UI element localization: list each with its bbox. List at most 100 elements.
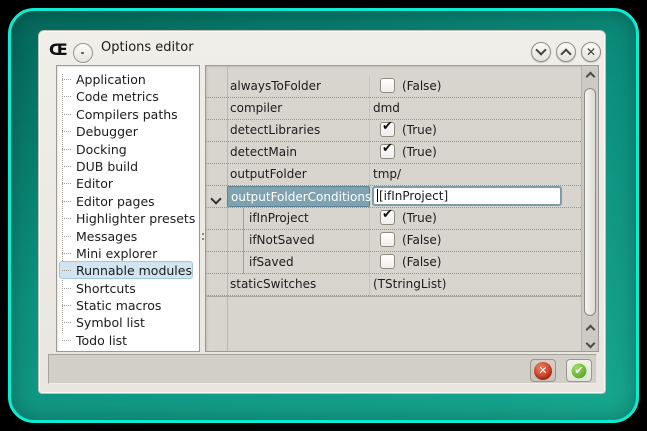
scroll-up-button-secondary[interactable] [584, 321, 597, 335]
sidebar-item-label: Mini explorer [76, 246, 157, 261]
dot-icon [81, 52, 84, 54]
sidebar-item-label: Editor [76, 176, 113, 191]
sidebar-item-highlighter-presets[interactable]: Highlighter presets [59, 209, 193, 226]
property-value: [ifInProject] [370, 186, 581, 207]
sidebar-item-label: Editor pages [76, 194, 155, 209]
sidebar-item-mini-explorer[interactable]: Mini explorer [59, 244, 193, 261]
value-text: tmp/ [373, 167, 401, 181]
sidebar-item-label: Code metrics [76, 89, 159, 104]
value-label: (True) [402, 123, 437, 137]
chevron-up-icon [586, 72, 596, 82]
property-name-selected[interactable]: outputFolderConditions [227, 186, 370, 207]
property-value: (TStringList) [370, 274, 581, 295]
sidebar-item-debugger[interactable]: Debugger [59, 122, 193, 139]
checkbox-checked[interactable]: ✔ [380, 144, 395, 159]
titlebar[interactable]: Œ Options editor ✕ [39, 31, 605, 63]
scroll-up-button[interactable] [584, 68, 597, 82]
sidebar-item-label: Static macros [76, 298, 161, 313]
checkbox-unchecked[interactable] [380, 232, 395, 247]
value-label: (False) [402, 255, 442, 269]
property-name: ifInProject [249, 211, 309, 225]
tree-dash-icon [62, 288, 71, 289]
maximize-button[interactable] [556, 42, 576, 62]
sidebar-item-messages[interactable]: Messages [59, 227, 193, 244]
sidebar-item-compilers-paths[interactable]: Compilers paths [59, 105, 193, 122]
value-label: (True) [402, 211, 437, 225]
sidebar-item-application[interactable]: Application [59, 70, 193, 87]
checkbox-unchecked[interactable] [380, 254, 395, 269]
tree-dash-icon [62, 96, 71, 97]
checkbox-checked[interactable]: ✔ [380, 210, 395, 225]
sidebar-item-docking[interactable]: Docking [59, 140, 193, 157]
row-ifNotSaved[interactable]: ifNotSaved (False) [206, 230, 581, 252]
value-label: (False) [402, 79, 442, 93]
sidebar-item-shortcuts[interactable]: Shortcuts [59, 279, 193, 296]
sidebar-item-editor-pages[interactable]: Editor pages [59, 192, 193, 209]
scrollbar-thumb[interactable] [584, 88, 596, 316]
options-editor-window: Œ Options editor ✕ Application Code metr… [38, 30, 606, 394]
sidebar-item-code-metrics[interactable]: Code metrics [59, 87, 193, 104]
property-name: staticSwitches [230, 277, 316, 291]
sidebar-item-label: Runnable modules [76, 263, 192, 278]
sidebar-item-label: Symbol list [76, 315, 145, 330]
sidebar-item-runnable-modules[interactable]: Runnable modules [59, 261, 193, 278]
splitter-grip-icon [202, 233, 204, 235]
tree-dash-icon [62, 322, 71, 323]
accept-icon: ✔ [570, 362, 588, 380]
close-icon: ✕ [586, 45, 596, 59]
tree-dash-icon [62, 236, 71, 237]
checkbox-checked[interactable]: ✔ [380, 122, 395, 137]
chevron-down-icon [586, 339, 596, 349]
value-text: dmd [373, 101, 400, 115]
sidebar-item-label: Docking [76, 142, 127, 157]
property-name: alwaysToFolder [230, 79, 321, 93]
sidebar-item-symbol-list[interactable]: Symbol list [59, 313, 193, 330]
sidebar-item-dub-build[interactable]: DUB build [59, 157, 193, 174]
row-alwaysToFolder[interactable]: alwaysToFolder (False) [206, 76, 581, 98]
row-outputFolderConditions[interactable]: outputFolderConditions [ifInProject] [206, 186, 581, 208]
property-name: detectLibraries [230, 123, 320, 137]
vertical-scrollbar[interactable] [581, 66, 598, 351]
property-value: (False) [370, 76, 581, 97]
property-name: ifSaved [249, 255, 294, 269]
row-detectLibraries[interactable]: detectLibraries ✔ (True) [206, 120, 581, 142]
tree-dash-icon [62, 183, 71, 184]
scroll-down-button[interactable] [584, 336, 597, 350]
sidebar-item-static-macros[interactable]: Static macros [59, 296, 193, 313]
accept-button[interactable]: ✔ [566, 359, 592, 382]
row-detectMain[interactable]: detectMain ✔ (True) [206, 142, 581, 164]
window-menu-button[interactable] [73, 43, 93, 63]
property-name: detectMain [230, 145, 297, 159]
sidebar-item-label: Messages [76, 229, 137, 244]
cancel-icon: ✕ [534, 362, 552, 380]
check-icon: ✔ [382, 207, 393, 222]
property-name: outputFolder [230, 167, 307, 181]
row-ifInProject[interactable]: ifInProject ✔ (True) [206, 208, 581, 230]
sidebar-item-label: Shortcuts [76, 281, 136, 296]
sidebar-item-label: Todo list [76, 333, 127, 348]
row-outputFolder[interactable]: outputFolder tmp/ [206, 164, 581, 186]
sidebar-item-label: DUB build [76, 159, 138, 174]
checkbox-unchecked[interactable] [380, 78, 395, 93]
minimize-button[interactable] [531, 42, 551, 62]
property-name: ifNotSaved [249, 233, 315, 247]
row-compiler[interactable]: compiler dmd [206, 98, 581, 120]
sidebar-item-label: Highlighter presets [76, 211, 195, 226]
sidebar-item-todo-list[interactable]: Todo list [59, 331, 193, 348]
chevron-up-icon [586, 325, 596, 335]
close-button[interactable]: ✕ [581, 42, 601, 62]
property-value: dmd [370, 98, 581, 119]
tree-dash-icon [62, 218, 71, 219]
row-staticSwitches[interactable]: staticSwitches (TStringList) [206, 274, 581, 296]
property-name: compiler [230, 101, 282, 115]
property-value: (False) [370, 230, 581, 251]
property-value: tmp/ [370, 164, 581, 185]
cancel-button[interactable]: ✕ [530, 359, 556, 382]
value-edit-field[interactable]: [ifInProject] [372, 186, 562, 206]
tree-dash-icon [62, 79, 71, 80]
tree-dash-icon [62, 131, 71, 132]
tree-dash-icon [62, 166, 71, 167]
tree-dash-icon [62, 340, 71, 341]
row-ifSaved[interactable]: ifSaved (False) [206, 252, 581, 274]
sidebar-item-editor[interactable]: Editor [59, 174, 193, 191]
